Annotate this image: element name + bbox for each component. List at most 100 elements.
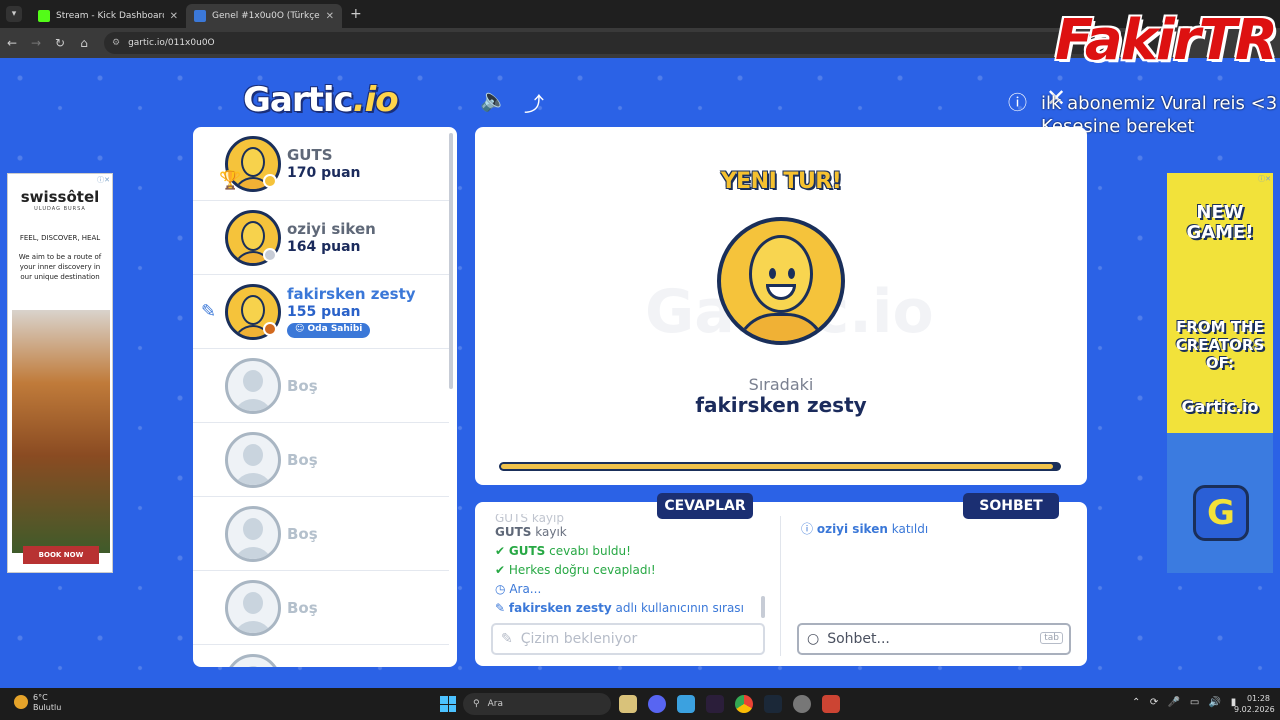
player-row[interactable]: oziyi siken 164 puan [193, 201, 449, 275]
answer-log: GUTS kayıp GUTS kayık ✔ GUTS cevabı buld… [495, 514, 765, 618]
site-info-icon[interactable]: ⚙ [112, 38, 120, 48]
home-icon[interactable]: ⌂ [72, 36, 96, 50]
streamer-logo: FakirTR [1055, 8, 1278, 73]
empty-slot-label: Boş [287, 451, 318, 469]
chat-placeholder: Sohbet... [827, 631, 890, 647]
clock[interactable]: 01:28 9.02.2026 [1234, 693, 1275, 715]
ad-info-icon[interactable]: ⓘ✕ [97, 175, 110, 185]
new-tab-icon[interactable]: + [350, 6, 362, 22]
chat-log: ⓘ oziyi siken katıldı [801, 522, 929, 536]
answer-log-scrollbar[interactable] [761, 596, 765, 618]
log-line: ✎ fakirsken zesty adlı kullanıcının sıra… [495, 601, 744, 615]
clock-icon: ◷ [495, 582, 506, 596]
empty-slot: Boş [193, 349, 449, 423]
reload-icon[interactable]: ↻ [48, 36, 72, 50]
tab-gartic[interactable]: Genel #1x0u0O (Türkçe) - G ✕ [186, 4, 342, 28]
next-player-avatar [717, 217, 845, 345]
tab-key-hint: tab [1040, 632, 1063, 644]
kick-favicon-icon [38, 10, 50, 22]
share-icon[interactable]: ⤴ [524, 88, 544, 117]
chrome-icon[interactable] [735, 695, 753, 713]
book-now-button[interactable]: BOOK NOW [23, 546, 99, 564]
empty-avatar [225, 506, 281, 562]
app-icon[interactable] [706, 695, 724, 713]
chat-bubble-icon: ○ [807, 631, 820, 647]
check-icon: ✔ [495, 544, 506, 558]
ad-headline: FEEL, DISCOVER, HEAL [19, 234, 101, 242]
empty-avatar [225, 654, 281, 667]
discord-icon[interactable] [648, 695, 666, 713]
log-line: ◷ Ara... [495, 582, 542, 596]
file-explorer-icon[interactable] [619, 695, 637, 713]
system-tray[interactable]: ⌃ ⟳ 🎤 ▭ 🔊 ▮ [1132, 697, 1236, 708]
ad-line2: FROM THE CREATORS OF: [1175, 318, 1265, 372]
check-icon: ✔ [495, 563, 506, 577]
forward-icon[interactable]: → [24, 36, 48, 50]
empty-avatar [225, 580, 281, 636]
chat-header: SOHBET [963, 493, 1059, 519]
weather-icon [14, 695, 28, 709]
player-row[interactable]: 🏆 GUTS 170 puan [193, 127, 449, 201]
next-label: Sıradaki [748, 375, 814, 394]
pencil-icon: ✎ [201, 301, 217, 322]
new-round-banner: YENI TUR! [720, 169, 842, 194]
answers-chat-panel: CEVAPLAR SOHBET GUTS kayıp GUTS kayık ✔ … [475, 493, 1087, 666]
weather-widget[interactable]: 6°C Bulutlu [14, 693, 61, 713]
gartic-favicon-icon [194, 10, 206, 22]
app-icon[interactable] [677, 695, 695, 713]
player-row-drawing[interactable]: ✎ fakirsken zesty 155 puan ☺ Oda Sahibi [193, 275, 449, 349]
room-owner-badge: ☺ Oda Sahibi [287, 323, 371, 338]
empty-avatar [225, 358, 281, 414]
player-score: 164 puan [287, 239, 361, 255]
empty-slot: Boş [193, 497, 449, 571]
tab-search-icon[interactable]: ▾ [6, 6, 22, 22]
round-progress-bar [499, 462, 1061, 471]
player-name: oziyi siken [287, 220, 376, 238]
drawing-board[interactable]: Gartic.io YENI TUR! Sıradaki fakirsken z… [475, 127, 1087, 485]
empty-slot-label: Boş [287, 377, 318, 395]
player-name: GUTS [287, 146, 333, 164]
panel-divider [780, 516, 781, 656]
close-tab-icon[interactable]: ✕ [326, 11, 334, 22]
taskbar-search[interactable]: ⚲ Ara [463, 693, 611, 715]
player-list-scrollbar[interactable] [449, 133, 453, 389]
ad-sub: ULUDAG BURSA [34, 206, 86, 212]
tab-title: Stream - Kick Dashboard [56, 11, 164, 21]
empty-slot-label: Boş [287, 599, 318, 617]
url-text: gartic.io/011x0u0O [128, 38, 215, 48]
ad-info-icon[interactable]: ⓘ✕ [1258, 174, 1271, 184]
player-name: fakirsken zesty [287, 285, 416, 303]
status-dot [263, 248, 277, 262]
url-field[interactable]: ⚙ gartic.io/011x0u0O [104, 32, 1164, 54]
windows-start-icon[interactable] [440, 696, 456, 712]
chat-input[interactable]: ○ Sohbet... tab [797, 623, 1071, 655]
sound-icon[interactable]: 🔈 [480, 88, 507, 113]
player-list: 🏆 GUTS 170 puan oziyi siken 164 puan ✎ f… [193, 127, 457, 667]
taskbar: 6°C Bulutlu ⚲ Ara ⌃ ⟳ 🎤 ▭ 🔊 ▮ 01:28 9.02… [0, 688, 1280, 720]
gartic-logo[interactable]: Gartic.io [243, 80, 409, 120]
app-icon[interactable] [822, 695, 840, 713]
ad-line3: Gartic.io [1181, 397, 1259, 416]
log-line: GUTS kayıp [495, 514, 564, 525]
pencil-icon: ✎ [495, 601, 506, 615]
search-icon: ⚲ [473, 699, 480, 709]
ad-image [12, 310, 110, 553]
empty-slot: Boş [193, 571, 449, 645]
answer-placeholder: Çizim bekleniyor [520, 631, 638, 647]
tab-kick-dashboard[interactable]: Stream - Kick Dashboard ✕ [30, 4, 186, 28]
info-icon[interactable]: ⓘ [1008, 88, 1027, 115]
left-ad[interactable]: ⓘ✕ swissôtel ULUDAG BURSA FEEL, DISCOVER… [7, 173, 113, 573]
next-player-name: fakirsken zesty [695, 393, 867, 417]
close-tab-icon[interactable]: ✕ [170, 11, 178, 22]
answer-input[interactable]: ✎ Çizim bekleniyor [491, 623, 765, 655]
empty-slot: Boş [193, 423, 449, 497]
steam-icon[interactable] [764, 695, 782, 713]
log-line: ✔ GUTS cevabı buldu! [495, 544, 631, 558]
back-icon[interactable]: ← [0, 36, 24, 50]
status-dot [263, 322, 277, 336]
app-icon[interactable] [793, 695, 811, 713]
right-ad[interactable]: ⓘ✕ NEW GAME! FROM THE CREATORS OF: Garti… [1167, 173, 1273, 573]
ad-line1: NEW GAME! [1186, 202, 1254, 243]
log-line: ✔ Herkes doğru cevapladı! [495, 563, 656, 577]
empty-slot [193, 645, 449, 667]
